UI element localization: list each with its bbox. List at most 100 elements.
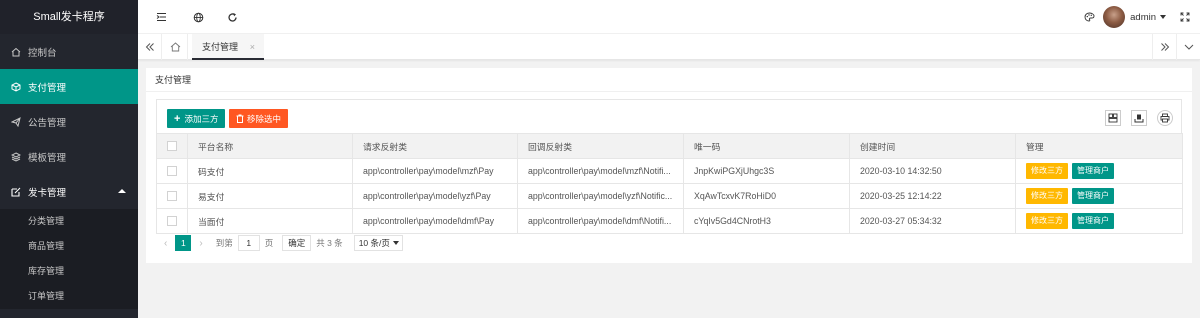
plus-icon: + [174, 112, 181, 125]
add-provider-button[interactable]: + 添加三方 [167, 109, 226, 128]
export-icon[interactable] [1131, 110, 1147, 126]
column-header[interactable]: 管理 [1015, 133, 1183, 159]
menu-fold-icon[interactable] [154, 10, 168, 24]
platform-name-cell: 当面付 [187, 208, 353, 234]
manage-merchant-button[interactable]: 管理商户 [1072, 213, 1114, 229]
column-header[interactable]: 创建时间 [849, 133, 1016, 159]
payment-panel: 支付管理 + 添加三方 移除选中 平台名称 请求反射类 回调反射类 唯一码 创建… [146, 68, 1192, 263]
tabs-scroll-right-button[interactable] [1152, 34, 1176, 60]
platform-name-cell: 易支付 [187, 183, 353, 209]
callback-class-cell: app\controller\pay\model\dmf\Notifi... [517, 208, 684, 234]
sidebar-item-announcement[interactable]: 公告管理 [0, 104, 138, 139]
sidebar-item-label: 模板管理 [28, 152, 67, 164]
unique-code-cell: cYqIv5Gd4CNrotH3 [683, 208, 850, 234]
sidebar-subitem-goods[interactable]: 商品管理 [0, 234, 138, 259]
sidebar-item-label: 控制台 [28, 47, 57, 59]
tab-label: 支付管理 [202, 41, 239, 52]
goto-confirm-button[interactable]: 确定 [282, 235, 312, 251]
avatar [1103, 6, 1126, 28]
edit-provider-button[interactable]: 修改三方 [1026, 163, 1068, 179]
chevron-down-icon [392, 241, 399, 245]
actions-cell: 修改三方 管理商户 [1015, 183, 1183, 209]
tabs-menu-button[interactable] [1176, 34, 1200, 60]
close-icon[interactable]: × [250, 42, 255, 52]
select-all-cell[interactable] [156, 133, 188, 159]
columns-filter-icon[interactable] [1105, 110, 1121, 126]
panel-title: 支付管理 [146, 68, 1192, 92]
home-tab-button[interactable] [164, 34, 188, 60]
refresh-icon[interactable] [225, 10, 239, 24]
actions-cell: 修改三方 管理商户 [1015, 208, 1183, 234]
goto-page-input[interactable]: 1 [237, 235, 260, 251]
table-row[interactable]: 当面付 app\controller\pay\model\dmf\Pay app… [156, 208, 1183, 234]
sidebar-item-label: 支付管理 [28, 82, 67, 94]
tabs-scroll-left-button[interactable] [138, 34, 162, 60]
send-icon [10, 116, 22, 127]
created-time-cell: 2020-03-27 05:34:32 [849, 208, 1016, 234]
page-size-select[interactable]: 10 条/页 [353, 235, 403, 251]
add-provider-label: 添加三方 [184, 113, 219, 124]
sidebar: Small发卡程序 控制台 支付管理 公告管理 模板管理 发卡管理 分类管理 商… [0, 0, 138, 318]
table-header-row: 平台名称 请求反射类 回调反射类 唯一码 创建时间 管理 [156, 133, 1183, 159]
user-menu[interactable]: admin [1103, 6, 1166, 28]
current-page[interactable]: 1 [175, 235, 192, 251]
edit-provider-button[interactable]: 修改三方 [1026, 188, 1068, 204]
home-icon [10, 47, 22, 57]
sidebar-item-label: 发卡管理 [28, 187, 67, 199]
sidebar-subitem-order[interactable]: 订单管理 [0, 284, 138, 309]
remove-selected-button[interactable]: 移除选中 [229, 109, 289, 128]
platform-name-cell: 码支付 [187, 158, 353, 184]
sidebar-item-card[interactable]: 发卡管理 [0, 174, 138, 209]
table-row[interactable]: 易支付 app\controller\pay\model\yzf\Pay app… [156, 183, 1183, 209]
cube-icon [10, 81, 22, 92]
print-icon[interactable] [1157, 110, 1173, 126]
table-toolbar: + 添加三方 移除选中 [156, 99, 1182, 137]
edit-icon [10, 187, 22, 197]
next-page-icon[interactable]: › [199, 238, 202, 249]
callback-class-cell: app\controller\pay\model\yzf\Notific... [517, 183, 684, 209]
page-unit-label: 页 [264, 238, 274, 248]
chevron-up-icon [118, 189, 126, 193]
request-class-cell: app\controller\pay\model\dmf\Pay [352, 208, 518, 234]
manage-merchant-button[interactable]: 管理商户 [1072, 163, 1114, 179]
pagination: ‹ 1 › 到第 1 页 确定 共 3 条 10 条/页 [156, 233, 403, 253]
payment-table: 平台名称 请求反射类 回调反射类 唯一码 创建时间 管理 码支付 app\con… [156, 133, 1183, 234]
column-header[interactable]: 平台名称 [187, 133, 353, 159]
fullscreen-icon[interactable] [1178, 10, 1192, 24]
request-class-cell: app\controller\pay\model\mzf\Pay [352, 158, 518, 184]
caret-down-icon [1160, 15, 1166, 19]
app-logo[interactable]: Small发卡程序 [0, 0, 138, 34]
layers-icon [10, 151, 22, 162]
column-header[interactable]: 唯一码 [683, 133, 850, 159]
request-class-cell: app\controller\pay\model\yzf\Pay [352, 183, 518, 209]
column-header[interactable]: 回调反射类 [517, 133, 684, 159]
manage-merchant-button[interactable]: 管理商户 [1072, 188, 1114, 204]
tab-payment[interactable]: 支付管理 × [192, 34, 264, 60]
sidebar-item-payment[interactable]: 支付管理 [0, 69, 138, 104]
globe-icon[interactable] [191, 10, 205, 24]
goto-label: 到第 [215, 238, 233, 248]
table-row[interactable]: 码支付 app\controller\pay\model\mzf\Pay app… [156, 158, 1183, 184]
unique-code-cell: XqAwTcxvK7RoHiD0 [683, 183, 850, 209]
sidebar-subitem-stock[interactable]: 库存管理 [0, 259, 138, 284]
prev-page-icon[interactable]: ‹ [164, 238, 167, 249]
created-time-cell: 2020-03-10 14:32:50 [849, 158, 1016, 184]
unique-code-cell: JnpKwiPGXjUhgc3S [683, 158, 850, 184]
sidebar-subitem-category[interactable]: 分类管理 [0, 209, 138, 234]
select-all-checkbox[interactable] [167, 141, 177, 152]
palette-icon[interactable] [1082, 10, 1096, 24]
edit-provider-button[interactable]: 修改三方 [1026, 213, 1068, 229]
top-header: admin [138, 0, 1200, 34]
sidebar-item-template[interactable]: 模板管理 [0, 139, 138, 174]
created-time-cell: 2020-03-25 12:14:22 [849, 183, 1016, 209]
sidebar-item-label: 公告管理 [28, 117, 67, 129]
row-checkbox[interactable] [167, 191, 177, 202]
row-checkbox[interactable] [167, 216, 177, 227]
total-count: 共 3 条 [316, 238, 343, 248]
tab-bar: 支付管理 × [138, 34, 1200, 60]
remove-selected-label: 移除选中 [247, 113, 282, 124]
page-size-value: 10 条/页 [358, 238, 390, 248]
row-checkbox[interactable] [167, 166, 177, 177]
sidebar-item-dashboard[interactable]: 控制台 [0, 34, 138, 69]
column-header[interactable]: 请求反射类 [352, 133, 518, 159]
